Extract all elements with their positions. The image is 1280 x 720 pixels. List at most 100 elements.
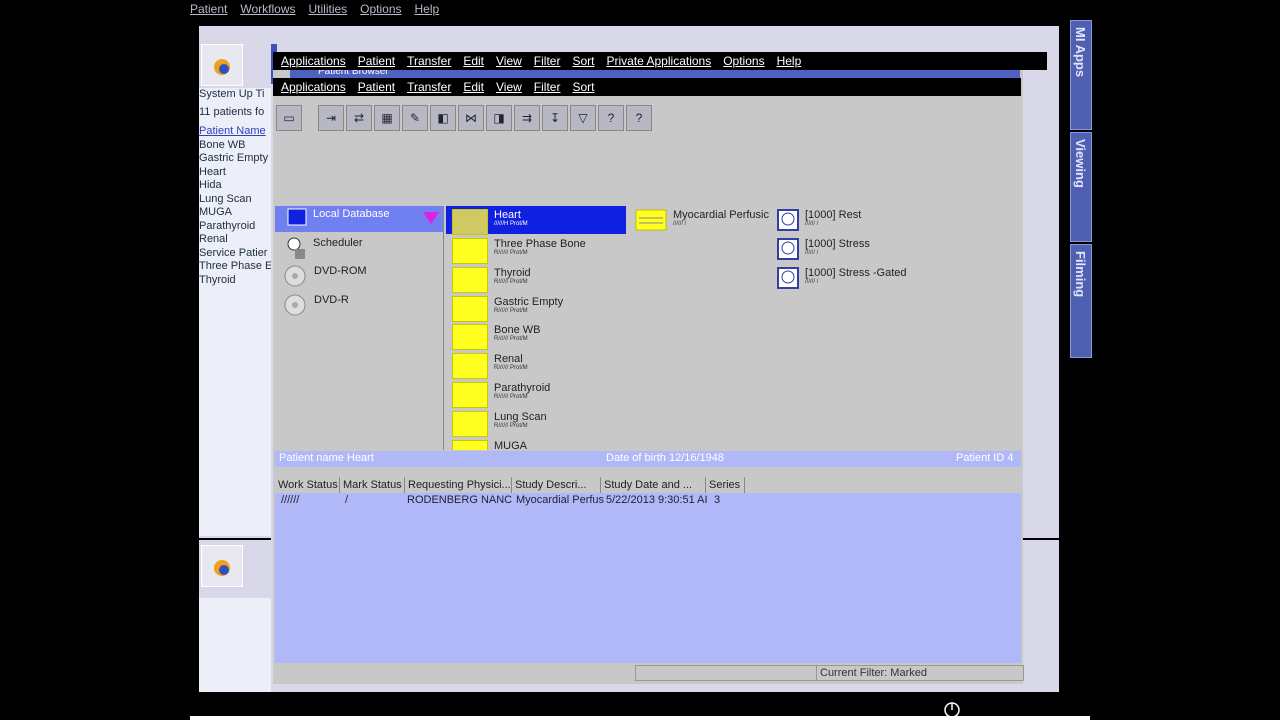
menu-edit[interactable]: Edit [463, 54, 484, 68]
app-logo-icon [214, 560, 230, 576]
source-scheduler[interactable]: Scheduler [287, 237, 363, 261]
tab-filming[interactable]: Filming [1070, 244, 1092, 358]
menu-applications[interactable]: Applications [281, 54, 346, 68]
browser-tree [275, 134, 1021, 450]
study-table-body: ////// / RODENBERG NANC Myocardial Perfu… [275, 493, 1021, 663]
query-icon[interactable]: ? [598, 105, 624, 131]
patient-folder-heart[interactable]: Heart//////H Prot/M [452, 209, 528, 235]
patient-folder[interactable]: Renal R////// Prot/M [452, 353, 528, 379]
source-dvd-r[interactable]: DVD-R [284, 294, 349, 318]
menu-options[interactable]: Options [723, 54, 764, 68]
menu-filter[interactable]: Filter [534, 80, 561, 94]
menu-patient[interactable]: Patient [190, 2, 227, 16]
status-field [635, 665, 817, 681]
menu-patient[interactable]: Patient [358, 80, 395, 94]
series-stress-gated[interactable]: [1000] Stress -Gated////// / [777, 267, 907, 289]
study-node[interactable]: Myocardial Perfusic////// / [635, 209, 769, 231]
patient-item[interactable]: Parathyroid [199, 220, 271, 234]
menu-sort[interactable]: Sort [572, 80, 594, 94]
patient-item[interactable]: Bone WB [199, 139, 271, 153]
patient-folder[interactable]: Bone WB R////// Prot/M [452, 324, 540, 350]
patient-folder[interactable]: Parathyroid R////// Prot/M [452, 382, 550, 408]
patient-folder[interactable]: Gastric Empty R////// Prot/M [452, 296, 563, 322]
col-requesting-physician[interactable]: Requesting Physici... [405, 477, 512, 493]
menu-view[interactable]: View [496, 80, 522, 94]
divider-right [1023, 538, 1059, 540]
source-dvd-rom[interactable]: DVD-ROM [284, 265, 367, 289]
disc-icon [284, 265, 306, 287]
main-menubar: Applications Patient Transfer Edit View … [273, 52, 1047, 70]
col-study-date[interactable]: Study Date and ... [601, 477, 706, 493]
patient-id: Patient ID 4 [956, 452, 1014, 464]
source-local-database[interactable]: Local Database [287, 208, 389, 230]
send-left-icon[interactable]: ◧ [430, 105, 456, 131]
menu-options[interactable]: Options [360, 2, 401, 16]
tab-viewing[interactable]: Viewing [1070, 132, 1092, 242]
select-tool-icon[interactable]: ▭ [276, 105, 302, 131]
patient-list-panel: System Up Ti 11 patients fo Patient Name… [199, 88, 271, 536]
col-study-description[interactable]: Study Descri... [512, 477, 601, 493]
folder-icon [452, 267, 488, 293]
folder-icon [452, 324, 488, 350]
patient-name-header[interactable]: Patient Name [199, 125, 271, 139]
power-icon[interactable] [943, 701, 961, 719]
series-stress[interactable]: [1000] Stress////// / [777, 238, 870, 260]
patient-item[interactable]: Service Patier [199, 247, 271, 261]
menu-help[interactable]: Help [777, 54, 802, 68]
patient-item[interactable]: Thyroid [199, 274, 271, 288]
patient-item[interactable]: Renal [199, 233, 271, 247]
patient-item[interactable]: Three Phase E [199, 260, 271, 274]
app-tile-lower[interactable] [201, 545, 243, 587]
menu-sort[interactable]: Sort [572, 54, 594, 68]
folder-icon [452, 353, 488, 379]
grid-icon[interactable]: ▦ [374, 105, 400, 131]
folder-icon [452, 382, 488, 408]
folder-icon [452, 209, 488, 235]
sort-icon[interactable]: ↧ [542, 105, 568, 131]
menu-help[interactable]: Help [415, 2, 440, 16]
study-icon [635, 209, 667, 231]
menu-edit[interactable]: Edit [463, 80, 484, 94]
window-title: Patient Browser [318, 70, 389, 77]
patient-item[interactable]: Heart [199, 166, 271, 180]
import-icon[interactable]: ⇥ [318, 105, 344, 131]
menu-applications[interactable]: Applications [281, 80, 346, 94]
patient-item[interactable]: Lung Scan [199, 193, 271, 207]
filter-icon[interactable]: ▽ [570, 105, 596, 131]
menu-transfer[interactable]: Transfer [407, 54, 451, 68]
status-bar: Current Filter: Marked [275, 664, 1024, 681]
window-titlebar[interactable]: Patient Browser [290, 70, 1020, 78]
split-icon[interactable]: ◨ [486, 105, 512, 131]
menu-utilities[interactable]: Utilities [308, 2, 347, 16]
table-row[interactable]: ////// / RODENBERG NANC Myocardial Perfu… [275, 493, 1021, 507]
col-series[interactable]: Series [706, 477, 745, 493]
series-rest[interactable]: [1000] Rest////// / [777, 209, 861, 231]
tab-mi-apps[interactable]: MI Apps [1070, 20, 1092, 130]
menu-transfer[interactable]: Transfer [407, 80, 451, 94]
folder-icon [452, 440, 488, 450]
patient-folder[interactable]: Lung Scan R////// Prot/M [452, 411, 547, 437]
help-icon[interactable]: ? [626, 105, 652, 131]
folder-icon [452, 296, 488, 322]
patient-folder[interactable]: Thyroid R////// Prot/M [452, 267, 531, 293]
col-work-status[interactable]: Work Status [275, 477, 340, 493]
menu-workflows[interactable]: Workflows [240, 2, 295, 16]
menu-filter[interactable]: Filter [534, 54, 561, 68]
patient-folder-partial[interactable]: MUGA [446, 438, 616, 450]
merge-icon[interactable]: ⋈ [458, 105, 484, 131]
filter-funnel-icon [423, 212, 439, 224]
edit-icon[interactable]: ✎ [402, 105, 428, 131]
patient-item[interactable]: Gastric Empty [199, 152, 271, 166]
menu-private-applications[interactable]: Private Applications [606, 54, 711, 68]
menu-view[interactable]: View [496, 54, 522, 68]
col-mark-status[interactable]: Mark Status [340, 477, 405, 493]
tree-divider [443, 206, 444, 450]
patient-item[interactable]: Hida [199, 179, 271, 193]
app-logo-icon [214, 59, 230, 75]
patient-item[interactable]: MUGA [199, 206, 271, 220]
app-tile[interactable] [201, 44, 243, 86]
patient-folder[interactable]: Three Phase Bone R////// Prot/M [452, 238, 586, 264]
transfer-icon[interactable]: ⇄ [346, 105, 372, 131]
menu-patient[interactable]: Patient [358, 54, 395, 68]
move-icon[interactable]: ⇉ [514, 105, 540, 131]
